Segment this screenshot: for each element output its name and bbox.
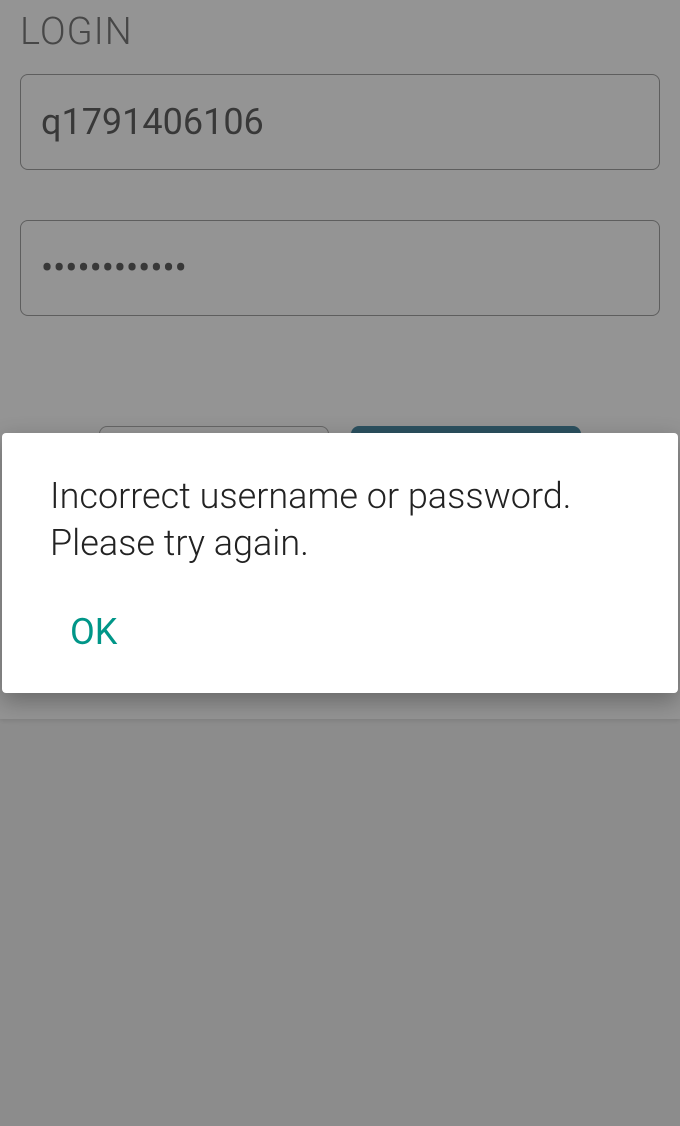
error-dialog: Incorrect username or password. Please t…: [2, 433, 678, 694]
ok-button[interactable]: OK: [50, 601, 137, 663]
modal-overlay: Incorrect username or password. Please t…: [0, 0, 680, 1126]
dialog-message: Incorrect username or password. Please t…: [50, 473, 630, 567]
